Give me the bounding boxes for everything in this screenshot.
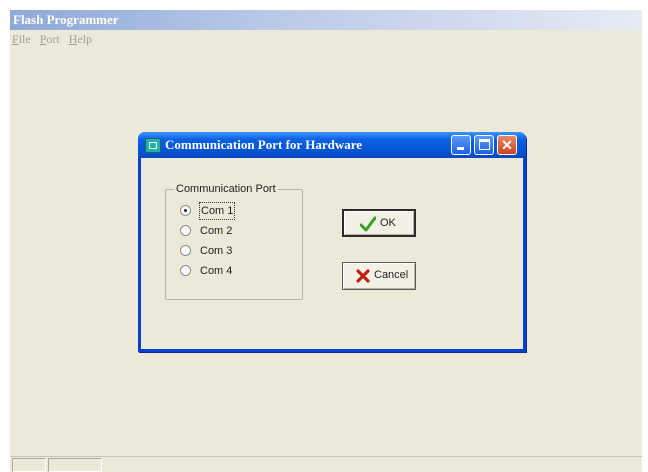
cancel-label: Cancel — [374, 269, 409, 281]
app-title-bar: Flash Programmer — [10, 10, 642, 30]
communication-port-dialog: Communication Port for Hardware ✕ Commun… — [138, 132, 526, 352]
close-icon: ✕ — [501, 137, 513, 153]
radio-label: Com 3 — [200, 245, 233, 257]
checkmark-icon — [360, 216, 376, 232]
status-panel-2 — [48, 458, 102, 472]
ok-label: OK — [380, 217, 396, 229]
radio-button[interactable] — [180, 265, 191, 276]
close-button[interactable]: ✕ — [497, 135, 517, 155]
menu-help[interactable]: Help — [69, 30, 92, 48]
dialog-title: Communication Port for Hardware — [165, 137, 363, 152]
menu-port[interactable]: Port — [40, 30, 60, 48]
menu-file[interactable]: File — [12, 30, 31, 48]
menu-bar: File Port Help — [10, 30, 642, 48]
radio-button[interactable] — [180, 225, 191, 236]
communication-port-group: Communication Port Com 1 Com 2 Com 3 Com… — [165, 182, 303, 300]
maximize-button[interactable] — [474, 135, 494, 155]
app-title: Flash Programmer — [13, 12, 119, 27]
radio-button[interactable] — [180, 205, 191, 216]
app-window: Flash Programmer File Port Help Communic… — [10, 10, 642, 472]
radio-label: Com 4 — [200, 265, 233, 277]
radio-button[interactable] — [180, 245, 191, 256]
group-label: Communication Port — [174, 182, 278, 196]
radio-selected-dot — [184, 209, 187, 212]
status-panel-1 — [12, 458, 46, 472]
radio-label: Com 2 — [200, 225, 233, 237]
port-icon — [145, 138, 161, 153]
cancel-button[interactable]: Cancel — [342, 262, 416, 290]
radio-label: Com 1 — [198, 202, 236, 220]
minimize-button[interactable] — [451, 135, 471, 155]
x-icon — [356, 269, 370, 283]
dialog-body: Communication Port Com 1 Com 2 Com 3 Com… — [141, 158, 523, 349]
dialog-title-bar[interactable]: Communication Port for Hardware ✕ — [138, 132, 526, 158]
ok-button[interactable]: OK — [342, 209, 416, 237]
status-bar — [10, 456, 642, 472]
